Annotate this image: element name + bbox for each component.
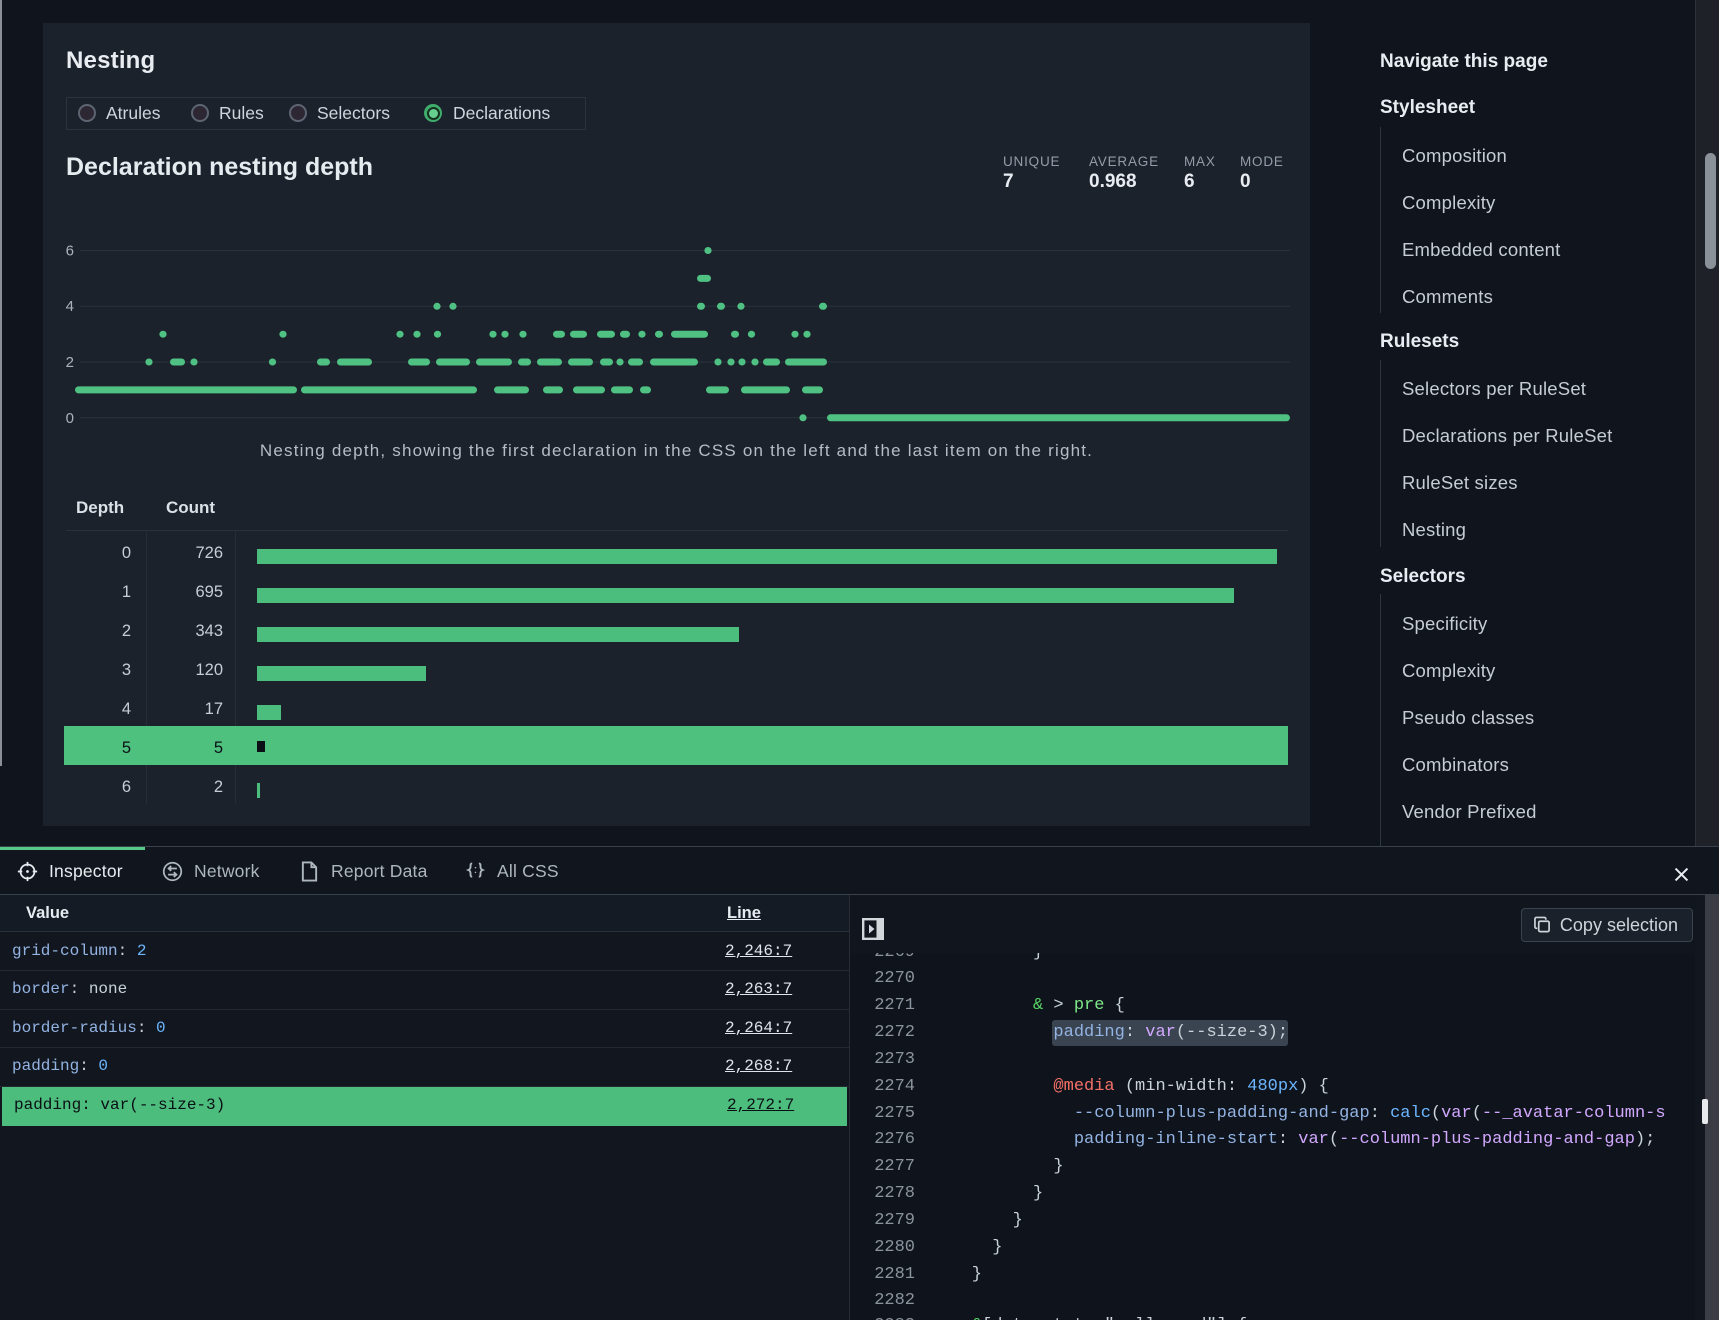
svg-text:6: 6: [66, 243, 74, 260]
svg-text:0: 0: [66, 410, 74, 427]
svg-text:4: 4: [66, 298, 74, 315]
svg-text:2: 2: [66, 354, 74, 371]
